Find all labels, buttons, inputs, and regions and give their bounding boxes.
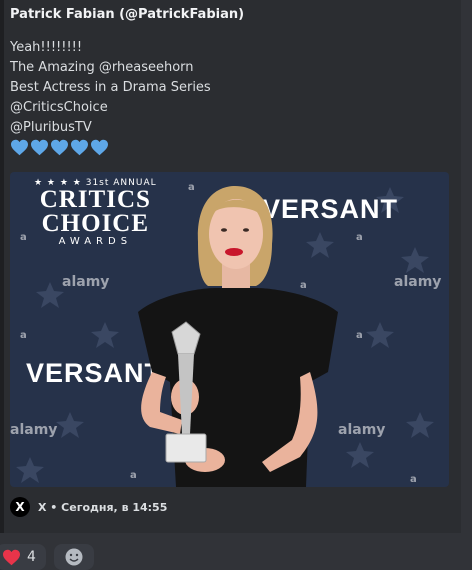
blue-heart-icon — [71, 139, 88, 156]
red-heart-icon — [3, 549, 20, 565]
embed-footer: X X • Сегодня, в 14:55 — [10, 497, 167, 517]
description-mention[interactable]: @PluribusTV — [10, 118, 211, 138]
add-reaction-icon — [65, 548, 83, 566]
description-line: Yeah!!!!!!!! — [10, 40, 83, 55]
heart-reaction-button[interactable]: 4 — [0, 544, 46, 570]
actress-with-trophy-figure — [138, 186, 338, 487]
embed-image[interactable]: ★ ★ ★ ★ 31st ANNUAL CRITICS CHOICE AWARD… — [10, 172, 449, 487]
reactions-bar: 4 — [0, 544, 94, 570]
embed-description: Yeah!!!!!!!! The Amazing @rheaseehorn Be… — [10, 38, 211, 156]
x-logo-icon: X — [10, 497, 30, 517]
blue-heart-icon — [51, 139, 68, 156]
embed-author[interactable]: Patrick Fabian (@PatrickFabian) — [10, 7, 244, 22]
description-mention[interactable]: The Amazing @rheaseehorn — [10, 58, 211, 78]
footer-timestamp: X • Сегодня, в 14:55 — [38, 500, 168, 514]
blue-hearts-row — [10, 139, 211, 156]
reaction-count: 4 — [27, 549, 36, 565]
description-mention[interactable]: @CriticsChoice — [10, 98, 211, 118]
description-line: Best Actress in a Drama Series — [10, 80, 211, 95]
blue-heart-icon — [91, 139, 108, 156]
tweet-embed: Patrick Fabian (@PatrickFabian) Yeah!!!!… — [0, 0, 461, 533]
blue-heart-icon — [31, 139, 48, 156]
add-reaction-button[interactable] — [53, 544, 94, 570]
blue-heart-icon — [11, 139, 28, 156]
